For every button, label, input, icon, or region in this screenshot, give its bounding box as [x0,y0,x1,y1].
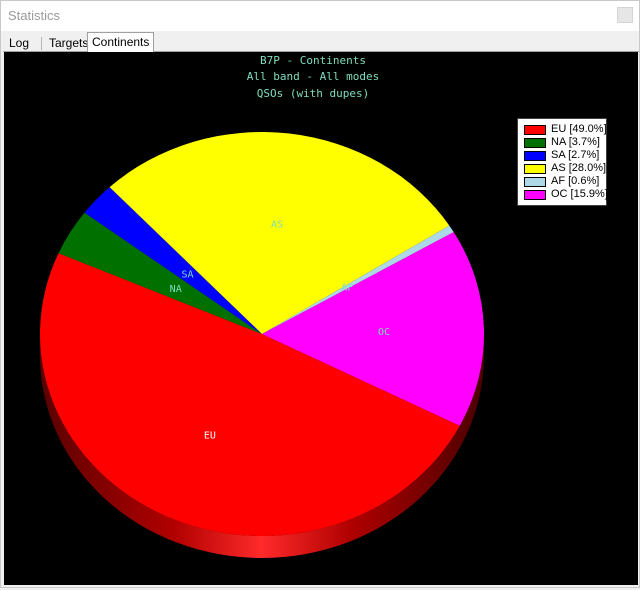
tab-continents-label: Continents [92,35,150,49]
legend-swatch-af [524,177,546,187]
legend-swatch-eu [524,125,546,135]
legend-swatch-as [524,164,546,174]
legend-label-na: NA [3.7%] [551,136,600,148]
pie-label-sa: SA [181,269,193,280]
tab-targets[interactable]: Targets [45,35,92,51]
window-title: Statistics [8,8,61,23]
legend-label-eu: EU [49.0%] [551,123,607,135]
legend-label-as: AS [28.0%] [551,162,607,174]
tab-log[interactable]: Log [5,35,33,51]
pie-label-as: AS [271,220,283,231]
tab-separator [41,37,42,50]
chart-subtitle: All band - All modes [247,70,379,83]
chart-title: B7P - Continents [260,54,366,67]
chart-subtitle-2: QSOs (with dupes) [257,87,370,100]
pie-label-af: AF [341,283,353,294]
title-bar: Statistics [1,1,639,31]
legend-label-af: AF [0.6%] [551,175,600,187]
tab-log-label: Log [9,36,30,50]
pie-label-eu: EU [204,430,216,441]
legend-label-sa: SA [2.7%] [551,149,600,161]
tab-targets-label: Targets [49,36,89,50]
pie-slices [39,131,484,537]
chart-legend: EU [49.0%] NA [3.7%] SA [2.7%] AS [28.0%… [517,118,608,206]
tab-continents[interactable]: Continents [87,32,155,52]
statistics-window: Statistics Log Targets Continents B7P - … [0,0,640,588]
legend-swatch-sa [524,151,546,161]
tab-bar: Log Targets Continents [3,32,639,52]
legend-swatch-oc [524,190,546,200]
legend-label-oc: OC [15.9%] [551,188,608,200]
pie-label-na: NA [170,284,182,295]
pie-label-oc: OC [378,327,390,338]
close-button[interactable] [617,7,633,23]
legend-swatch-na [524,138,546,148]
